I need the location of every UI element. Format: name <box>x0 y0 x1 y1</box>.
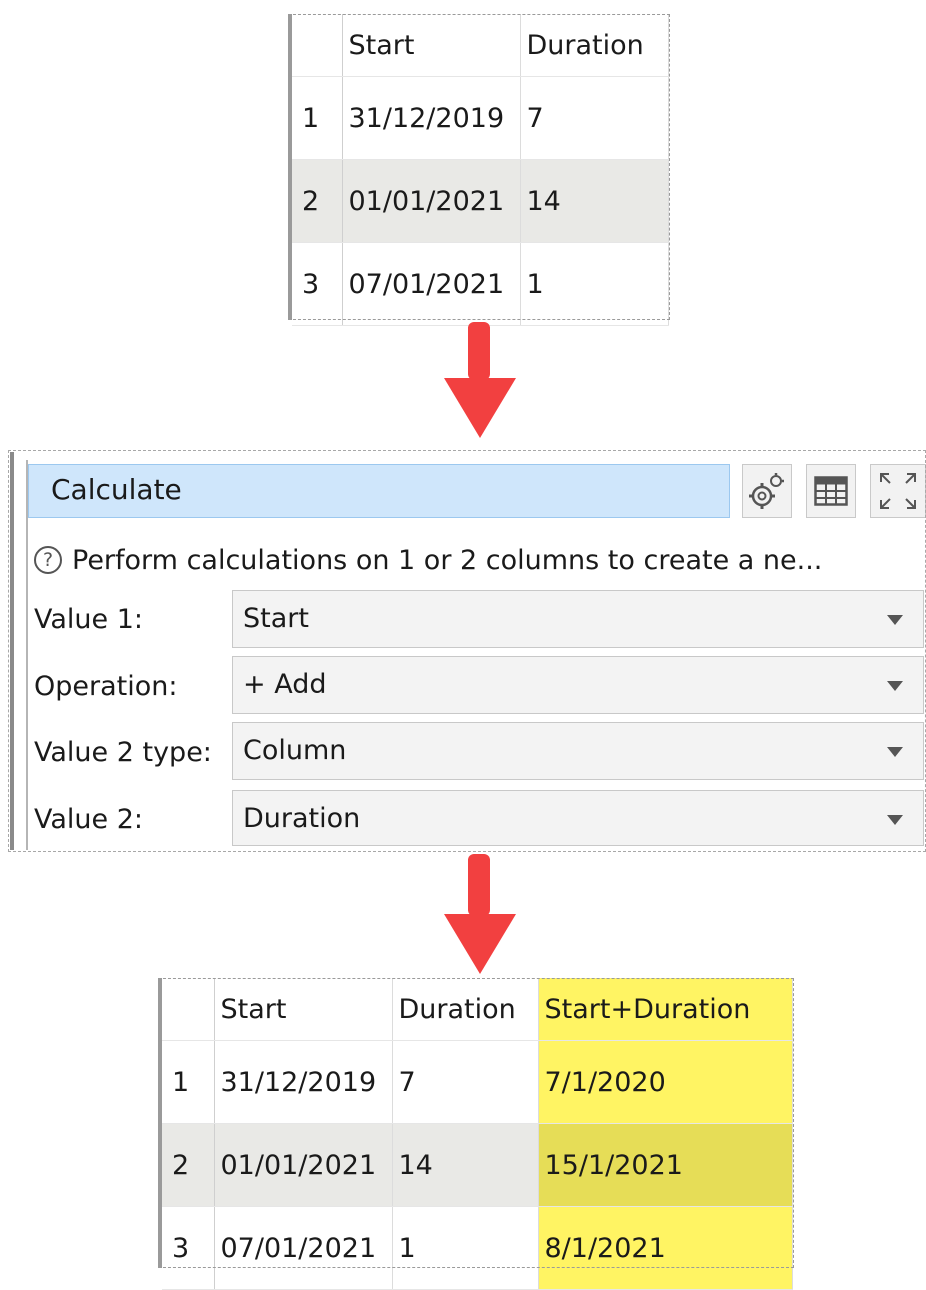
table-cell[interactable]: 1 <box>392 1206 539 1290</box>
table-row: 3 07/01/2021 1 8/1/2021 <box>162 1206 793 1290</box>
value2-type-label: Value 2 type: <box>34 737 212 768</box>
output-table: Start Duration Start+Duration 1 31/12/20… <box>162 978 793 1290</box>
chevron-down-icon <box>887 747 903 757</box>
value1-label: Value 1: <box>34 604 144 635</box>
settings-button[interactable] <box>742 464 792 518</box>
corner-cell <box>162 978 215 1041</box>
value2-type-dropdown[interactable]: Column <box>232 722 924 780</box>
table-view-icon <box>814 476 848 506</box>
table-cell[interactable]: 7 <box>392 1040 539 1124</box>
table-header-row: Start Duration Start+Duration <box>162 978 793 1041</box>
result-cell[interactable]: 7/1/2020 <box>538 1040 793 1124</box>
chevron-down-icon <box>887 815 903 825</box>
value2-selected: Duration <box>243 803 361 834</box>
maximize-button[interactable] <box>870 464 926 518</box>
value1-dropdown[interactable]: Start <box>232 590 924 648</box>
chevron-down-icon <box>887 615 903 625</box>
result-cell[interactable]: 15/1/2021 <box>538 1123 793 1207</box>
node-title-text: Calculate <box>51 473 182 506</box>
row-number: 1 <box>162 1040 215 1124</box>
row-number: 2 <box>162 1123 215 1207</box>
chevron-down-icon <box>887 681 903 691</box>
operation-selected: + Add <box>243 669 327 700</box>
settings-gear-icon <box>749 473 784 509</box>
column-header[interactable]: Start <box>214 978 393 1041</box>
table-row: 2 01/01/2021 14 15/1/2021 <box>162 1123 793 1207</box>
value2-type-selected: Column <box>243 735 347 766</box>
table-row: 1 31/12/2019 7 7/1/2020 <box>162 1040 793 1124</box>
maximize-icon <box>880 473 916 509</box>
node-title[interactable]: Calculate <box>28 464 730 518</box>
result-cell[interactable]: 8/1/2021 <box>538 1206 793 1290</box>
row-number: 3 <box>162 1206 215 1290</box>
help-icon[interactable]: ? <box>34 546 62 574</box>
table-cell[interactable]: 14 <box>392 1123 539 1207</box>
inner-border <box>26 460 28 850</box>
down-arrow-icon <box>444 854 516 974</box>
value2-label: Value 2: <box>34 804 144 835</box>
value1-selected: Start <box>243 603 309 634</box>
table-view-button[interactable] <box>806 464 856 518</box>
output-table-panel: Start Duration Start+Duration 1 31/12/20… <box>158 978 794 1290</box>
column-header[interactable]: Duration <box>392 978 539 1041</box>
value2-dropdown[interactable]: Duration <box>232 790 924 846</box>
result-column-header[interactable]: Start+Duration <box>538 978 793 1041</box>
help-text: Perform calculations on 1 or 2 columns t… <box>72 544 823 576</box>
operation-dropdown[interactable]: + Add <box>232 656 924 714</box>
left-border <box>10 452 14 850</box>
help-row: ? Perform calculations on 1 or 2 columns… <box>34 540 920 580</box>
operation-label: Operation: <box>34 671 178 702</box>
table-cell[interactable]: 31/12/2019 <box>214 1040 393 1124</box>
table-cell[interactable]: 01/01/2021 <box>214 1123 393 1207</box>
table-cell[interactable]: 07/01/2021 <box>214 1206 393 1290</box>
